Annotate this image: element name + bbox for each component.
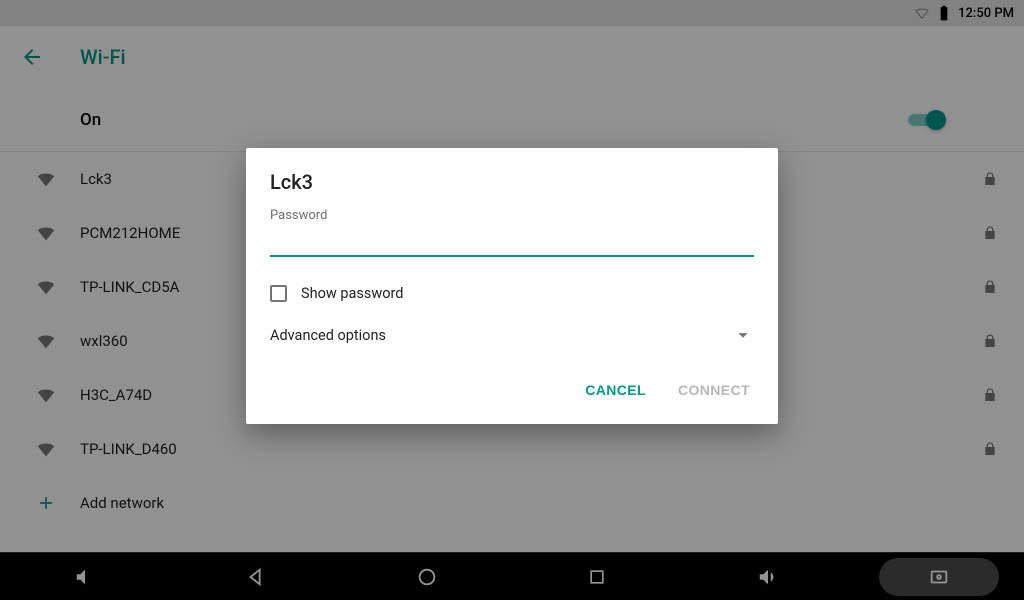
- show-password-label: Show password: [301, 285, 403, 302]
- advanced-options-label: Advanced options: [270, 327, 386, 344]
- show-password-row[interactable]: Show password: [270, 285, 754, 302]
- wifi-connect-dialog: Lck3 Password Show password Advanced opt…: [246, 148, 778, 424]
- dialog-actions: CANCEL CONNECT: [270, 374, 754, 414]
- password-field-label: Password: [270, 208, 754, 223]
- show-password-checkbox[interactable]: [270, 285, 287, 302]
- dialog-title: Lck3: [270, 170, 754, 194]
- connect-button[interactable]: CONNECT: [674, 374, 754, 406]
- chevron-down-icon: [732, 324, 754, 346]
- password-input[interactable]: [270, 227, 754, 257]
- cancel-button[interactable]: CANCEL: [581, 374, 650, 406]
- advanced-options-row[interactable]: Advanced options: [270, 324, 754, 346]
